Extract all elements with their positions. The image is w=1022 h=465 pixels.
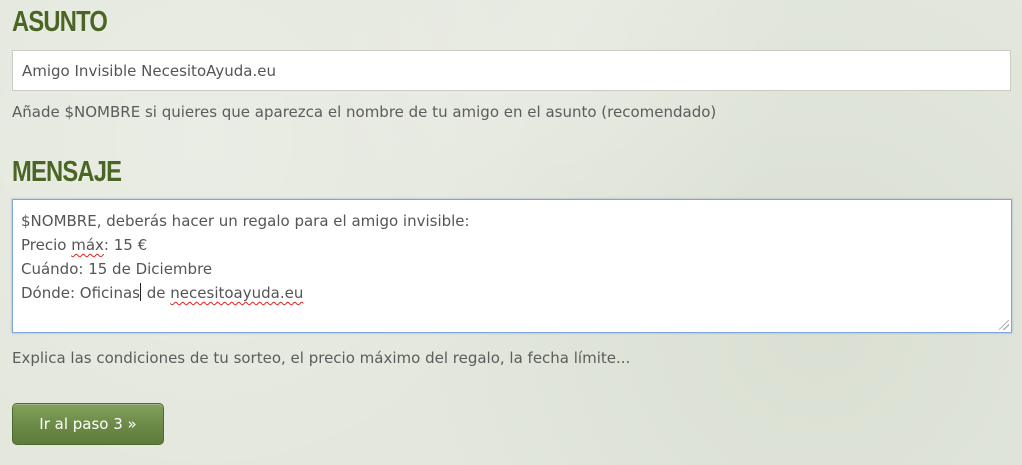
message-line: Dónde: Oficinas de necesitoayuda.eu <box>21 281 1003 305</box>
message-text: de <box>142 284 171 302</box>
message-text: Dónde: Oficinas <box>21 284 140 302</box>
message-line: Precio máx: 15 € <box>21 233 1003 257</box>
message-help-text: Explica las condiciones de tu sorteo, el… <box>12 349 631 367</box>
asunto-heading: ASUNTO <box>12 6 108 38</box>
text-caret <box>140 283 141 301</box>
message-text: : 15 € <box>103 236 148 254</box>
mensaje-heading: MENSAJE <box>12 156 122 188</box>
subject-help-text: Añade $NOMBRE si quieres que aparezca el… <box>12 103 717 121</box>
subject-input[interactable] <box>12 50 1011 91</box>
message-line: $NOMBRE, deberás hacer un regalo para el… <box>21 212 470 230</box>
message-line: Cuándo: 15 de Diciembre <box>21 260 213 278</box>
next-step-button[interactable]: Ir al paso 3 » <box>12 403 164 445</box>
spellcheck-word: máx <box>71 236 104 254</box>
message-text: Precio <box>21 236 72 254</box>
resize-handle-icon[interactable] <box>999 320 1009 330</box>
message-textarea[interactable]: $NOMBRE, deberás hacer un regalo para el… <box>12 199 1012 333</box>
spellcheck-word: necesitoayuda.eu <box>170 284 304 302</box>
